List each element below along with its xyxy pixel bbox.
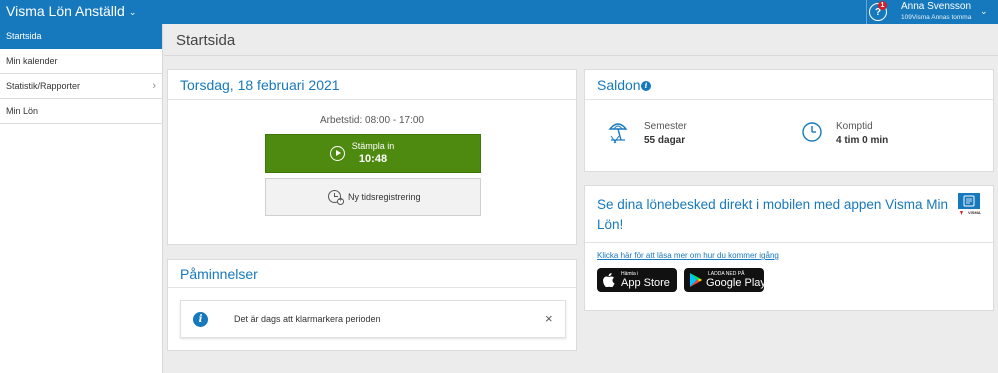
chevron-down-icon: ⌄ (128, 6, 137, 17)
new-time-entry-button[interactable]: + Ny tidsregistrering (265, 178, 481, 216)
plus-icon: + (337, 198, 344, 205)
sidebar: Startsida Min kalender Statistik/Rapport… (0, 24, 163, 373)
balance-label: Komptid (836, 121, 873, 132)
apple-icon (603, 273, 615, 287)
sidebar-item-min-kalender[interactable]: Min kalender (0, 49, 162, 74)
user-menu-chevron-down-icon[interactable]: ⌄ (980, 6, 988, 17)
info-icon: i (193, 312, 208, 327)
beach-umbrella-icon (608, 123, 628, 144)
card-divider (585, 99, 993, 100)
top-bar: Visma Lön Anställd ⌄ ? 1 Anna Svensson 1… (0, 0, 998, 24)
balances-card: Saldon i Semester 55 dagar Komptid 4 tim… (584, 69, 994, 172)
new-time-entry-label: Ny tidsregistrering (348, 192, 421, 202)
reminders-title: Påminnelser (180, 266, 258, 282)
google-play-button[interactable]: LADDA NED PÅ Google Play (684, 268, 766, 292)
google-play-big-text: Google Play (706, 277, 766, 289)
sidebar-item-startsida[interactable]: Startsida (0, 24, 162, 49)
clock-icon (802, 122, 822, 142)
read-more-link[interactable]: Klicka här för att läsa mer om hur du ko… (597, 251, 779, 260)
user-name[interactable]: Anna Svensson (901, 1, 971, 12)
app-promo-card: Se dina lönebesked direkt i mobilen med … (584, 185, 994, 311)
topbar-divider (866, 0, 867, 24)
reminder-text: Det är dags att klarmarkera perioden (234, 314, 381, 324)
stamp-in-button[interactable]: Stämpla in 10:48 (265, 134, 481, 173)
card-divider (168, 287, 576, 288)
reminders-card: Påminnelser i Det är dags att klarmarker… (167, 259, 577, 351)
sidebar-item-label: Min Lön (6, 106, 39, 116)
balance-label: Semester (644, 121, 687, 132)
today-card: Torsdag, 18 februari 2021 Arbetstid: 08:… (167, 69, 577, 245)
sidebar-item-label: Min kalender (6, 56, 58, 66)
app-store-big-text: App Store (621, 277, 670, 289)
today-date: Torsdag, 18 februari 2021 (180, 77, 340, 93)
app-title: Visma Lön Anställd (6, 3, 125, 19)
sidebar-item-min-lon[interactable]: Min Lön (0, 99, 162, 124)
info-icon[interactable]: i (641, 81, 651, 91)
google-play-icon (690, 273, 702, 287)
app-store-button[interactable]: Hämta i App Store (597, 268, 677, 292)
visma-logo-text: VISMA (968, 210, 981, 215)
sidebar-item-statistik-rapporter[interactable]: Statistik/Rapporter › (0, 74, 162, 99)
page-title: Startsida (176, 32, 236, 49)
stamp-in-time: 10:48 (358, 153, 388, 165)
user-organization[interactable]: 109Visma Annas tomma (901, 14, 971, 21)
balance-value: 4 tim 0 min (836, 135, 889, 146)
close-icon[interactable]: × (545, 311, 553, 326)
sidebar-item-label: Statistik/Rapporter (6, 81, 81, 91)
notification-badge[interactable]: 1 (878, 1, 887, 10)
app-title-menu[interactable]: Visma Lön Anställd ⌄ (6, 3, 136, 19)
work-hours: Arbetstid: 08:00 - 17:00 (320, 115, 424, 126)
sidebar-item-label: Startsida (6, 31, 42, 41)
chevron-right-icon: › (152, 80, 156, 92)
stamp-in-label: Stämpla in (351, 141, 395, 151)
card-divider (585, 242, 993, 243)
card-divider (168, 99, 576, 100)
page-header: Startsida (164, 24, 998, 56)
reminder-item: i Det är dags att klarmarkera perioden × (180, 300, 566, 338)
balance-value: 55 dagar (644, 135, 686, 146)
app-promo-title: Se dina lönebesked direkt i mobilen med … (597, 197, 948, 232)
balances-title: Saldon (597, 77, 641, 93)
